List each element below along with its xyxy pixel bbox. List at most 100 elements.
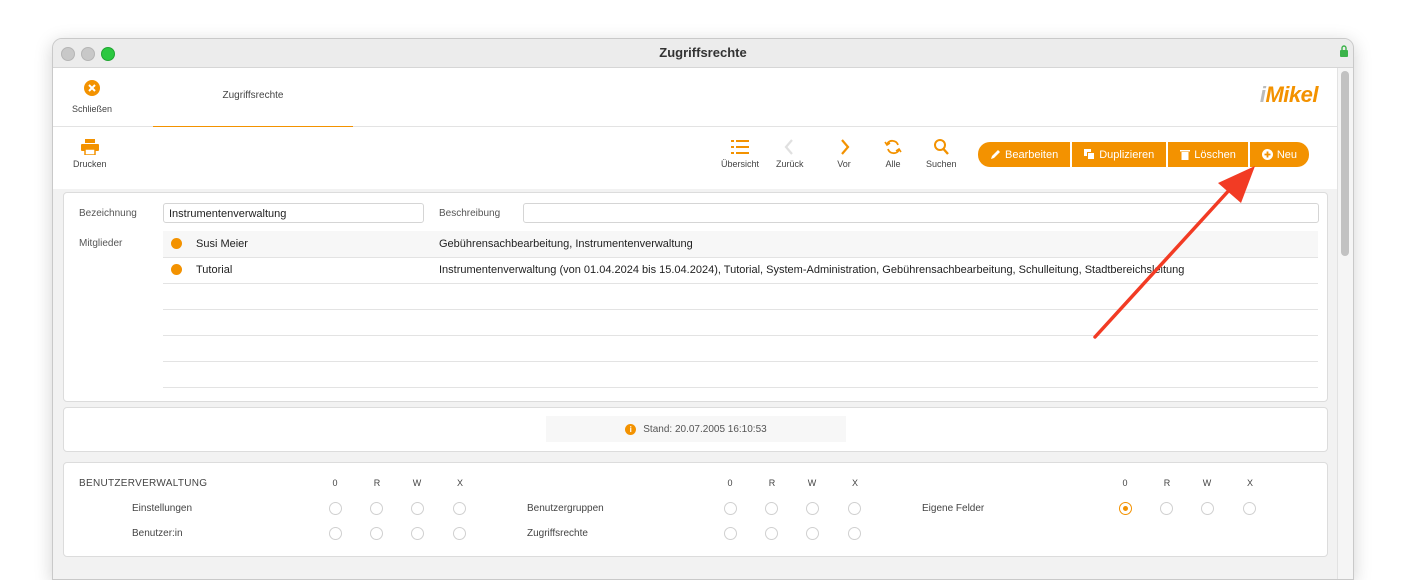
empty-member-row[interactable] [163, 335, 1318, 362]
pencil-icon [991, 150, 1000, 159]
perm-label-benutzergruppen: Benutzergruppen [527, 503, 604, 514]
radio-zugriffsrechte-0[interactable] [724, 527, 737, 540]
empty-member-row[interactable] [163, 361, 1318, 388]
tab-label: Zugriffsrechte [222, 90, 284, 101]
overview-label: Übersicht [721, 159, 760, 169]
radio-zugriffsrechte-x[interactable] [848, 527, 861, 540]
description-label: Beschreibung [439, 208, 501, 219]
printer-icon [80, 139, 99, 155]
member-groups: Instrumentenverwaltung (von 01.04.2024 b… [439, 264, 1185, 276]
radio-benutzergruppen-x[interactable] [848, 502, 861, 515]
perm-label-einstellungen: Einstellungen [132, 503, 193, 514]
members-label: Mitglieder [79, 238, 123, 249]
refresh-icon [884, 139, 902, 155]
member-row[interactable]: Tutorial Instrumentenverwaltung (von 01.… [163, 257, 1318, 284]
back-button[interactable]: Zurück [776, 139, 804, 169]
close-label: Schließen [71, 104, 113, 114]
name-field[interactable]: Instrumentenverwaltung [163, 203, 424, 223]
close-button[interactable]: Schließen [67, 80, 117, 114]
new-button[interactable]: Neu [1249, 142, 1310, 167]
member-name: Tutorial [196, 264, 233, 276]
radio-benutzer-r[interactable] [370, 527, 383, 540]
chevron-right-icon [841, 139, 850, 155]
radio-zugriffsrechte-w[interactable] [806, 527, 819, 540]
scrollbar-thumb[interactable] [1341, 71, 1349, 256]
radio-benutzergruppen-0[interactable] [724, 502, 737, 515]
permissions-panel: BENUTZERVERWALTUNG 0 R W X 0 R W X 0 R W… [63, 462, 1328, 557]
print-label: Drucken [73, 159, 107, 169]
radio-eigene-felder-0[interactable] [1119, 502, 1132, 515]
forward-button[interactable]: Vor [835, 139, 853, 169]
status-box: i Stand: 20.07.2005 16:10:53 [546, 416, 846, 442]
member-row[interactable]: Susi Meier Gebührensachbearbeitung, Inst… [163, 231, 1318, 258]
status-text: Stand: 20.07.2005 16:10:53 [643, 423, 767, 435]
radio-benutzer-x[interactable] [453, 527, 466, 540]
column-header-w: W [807, 478, 817, 488]
overview-button[interactable]: Übersicht [721, 139, 759, 169]
perm-label-eigene-felder: Eigene Felder [922, 503, 985, 514]
section-title: BENUTZERVERWALTUNG [79, 478, 208, 489]
column-header-r: R [373, 478, 381, 488]
title-bar: Zugriffsrechte [53, 39, 1353, 68]
radio-benutzer-w[interactable] [411, 527, 424, 540]
column-header-x: X [456, 478, 463, 488]
radio-eigene-felder-w[interactable] [1201, 502, 1214, 515]
column-header-0: 0 [727, 478, 733, 488]
trash-icon [1180, 150, 1191, 160]
window-title: Zugriffsrechte [659, 45, 747, 60]
search-icon [934, 139, 950, 155]
radio-eigene-felder-x[interactable] [1243, 502, 1256, 515]
top-bar: Schließen Zugriffsrechte iMikel [53, 68, 1338, 128]
column-header-w: W [412, 478, 422, 488]
radio-einstellungen-x[interactable] [453, 502, 466, 515]
column-header-x: X [1246, 478, 1253, 488]
member-groups: Gebührensachbearbeitung, Instrumentenver… [439, 238, 693, 250]
all-label: Alle [885, 159, 901, 169]
radio-zugriffsrechte-r[interactable] [765, 527, 778, 540]
column-header-x: X [851, 478, 858, 488]
new-label: Neu [1276, 148, 1298, 161]
perm-label-zugriffsrechte: Zugriffsrechte [527, 528, 588, 539]
imikel-logo: iMikel [1259, 82, 1319, 107]
radio-eigene-felder-r[interactable] [1160, 502, 1173, 515]
all-button[interactable]: Alle [884, 139, 902, 169]
empty-member-row[interactable] [163, 309, 1318, 336]
remove-member-icon[interactable] [171, 264, 182, 275]
radio-einstellungen-w[interactable] [411, 502, 424, 515]
delete-label: Löschen [1194, 148, 1236, 161]
remove-member-icon[interactable] [171, 238, 182, 249]
edit-button[interactable]: Bearbeiten [978, 142, 1071, 167]
vertical-scrollbar[interactable] [1337, 68, 1353, 579]
app-window: Zugriffsrechte Schließen Zugriffsrechte … [52, 38, 1354, 580]
perm-label-benutzer: Benutzer:in [132, 528, 183, 539]
column-header-0: 0 [332, 478, 338, 488]
empty-member-row[interactable] [163, 283, 1318, 310]
duplicate-button[interactable]: Duplizieren [1072, 142, 1167, 167]
forward-label: Vor [837, 159, 851, 169]
radio-einstellungen-0[interactable] [329, 502, 342, 515]
member-name: Susi Meier [196, 238, 248, 250]
column-header-0: 0 [1122, 478, 1128, 488]
copy-icon [1084, 149, 1096, 160]
info-icon: i [625, 423, 637, 435]
edit-label: Bearbeiten [1005, 148, 1059, 161]
radio-einstellungen-r[interactable] [370, 502, 383, 515]
search-button[interactable]: Suchen [926, 139, 957, 169]
radio-benutzergruppen-r[interactable] [765, 502, 778, 515]
back-label: Zurück [776, 159, 804, 169]
toolbar: Drucken Übersicht Zurück Vor Alle Suchen… [53, 127, 1338, 189]
list-icon [731, 140, 749, 154]
column-header-w: W [1202, 478, 1212, 488]
radio-benutzergruppen-w[interactable] [806, 502, 819, 515]
radio-benutzer-0[interactable] [329, 527, 342, 540]
action-button-group: Bearbeiten Duplizieren Löschen Neu [978, 142, 1310, 167]
print-button[interactable]: Drucken [73, 139, 107, 169]
column-header-r: R [768, 478, 776, 488]
description-field[interactable] [523, 203, 1319, 223]
search-label: Suchen [926, 159, 957, 169]
lock-icon [1340, 45, 1348, 57]
tab-zugriffsrechte[interactable]: Zugriffsrechte [153, 68, 353, 128]
name-label: Bezeichnung [79, 208, 137, 219]
delete-button[interactable]: Löschen [1168, 142, 1248, 167]
chevron-left-icon [784, 139, 793, 155]
